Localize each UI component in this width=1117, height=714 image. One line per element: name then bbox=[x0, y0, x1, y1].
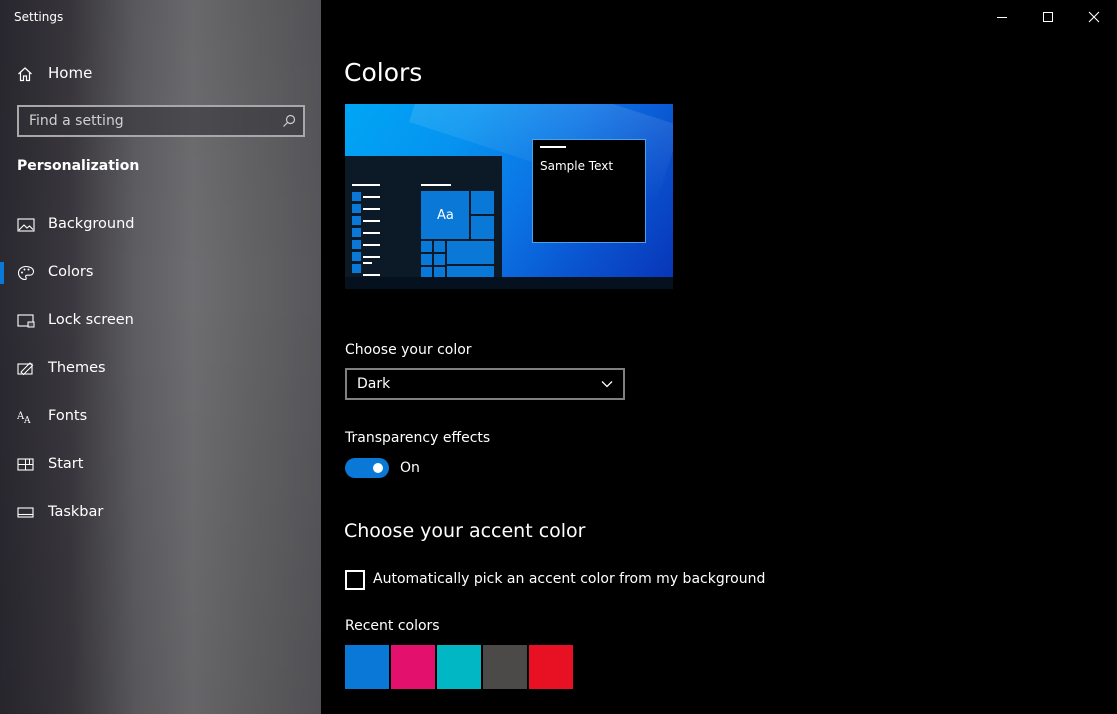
sidebar-item-label: Fonts bbox=[48, 408, 88, 424]
sidebar-item-label: Background bbox=[48, 216, 135, 232]
dropdown-selected-value: Dark bbox=[357, 376, 391, 392]
maximize-button[interactable] bbox=[1025, 0, 1071, 34]
close-button[interactable] bbox=[1071, 0, 1117, 34]
sidebar-item-label: Themes bbox=[48, 360, 106, 376]
sidebar-item-fonts[interactable]: A A Fonts bbox=[0, 397, 321, 437]
preview-window: Sample Text bbox=[532, 139, 646, 243]
color-swatch[interactable] bbox=[345, 645, 389, 689]
palette-icon bbox=[17, 265, 35, 281]
window-title: Settings bbox=[14, 10, 64, 24]
accent-heading: Choose your accent color bbox=[344, 520, 586, 542]
section-title: Personalization bbox=[17, 158, 140, 174]
sidebar-item-colors[interactable]: Colors bbox=[0, 253, 321, 293]
search-input[interactable] bbox=[19, 107, 303, 135]
sidebar-item-start[interactable]: Start bbox=[0, 445, 321, 485]
color-swatch[interactable] bbox=[483, 645, 527, 689]
themes-icon bbox=[17, 362, 34, 376]
home-icon bbox=[18, 67, 32, 82]
main-content: Colors Aa Sample Text Choose your color … bbox=[321, 0, 1117, 714]
chevron-down-icon bbox=[601, 381, 613, 388]
svg-text:A: A bbox=[23, 416, 31, 425]
home-label: Home bbox=[48, 64, 93, 82]
toggle-knob bbox=[373, 463, 383, 473]
sidebar-item-themes[interactable]: Themes bbox=[0, 349, 321, 389]
sidebar-item-label: Colors bbox=[48, 264, 94, 280]
sidebar-item-lock-screen[interactable]: Lock screen bbox=[0, 301, 321, 341]
transparency-state: On bbox=[400, 460, 420, 476]
preview-start-menu: Aa bbox=[345, 156, 502, 277]
preview-sample-text: Sample Text bbox=[540, 159, 614, 173]
sidebar-item-label: Taskbar bbox=[48, 504, 104, 520]
auto-accent-checkbox[interactable] bbox=[345, 570, 365, 590]
sidebar-item-background[interactable]: Background bbox=[0, 205, 321, 245]
home-nav-item[interactable]: Home bbox=[17, 63, 92, 85]
recent-colors-label: Recent colors bbox=[345, 618, 440, 634]
minimize-icon bbox=[997, 17, 1007, 18]
preview-tile-text: Aa bbox=[437, 208, 454, 223]
recent-colors bbox=[345, 645, 575, 689]
sidebar-item-taskbar[interactable]: Taskbar bbox=[0, 493, 321, 533]
search-icon[interactable] bbox=[282, 114, 296, 128]
selection-indicator bbox=[0, 262, 4, 284]
choose-color-dropdown[interactable]: Dark bbox=[345, 368, 625, 400]
transparency-label: Transparency effects bbox=[345, 430, 491, 446]
color-swatch[interactable] bbox=[529, 645, 573, 689]
sidebar-item-label: Start bbox=[48, 456, 84, 472]
auto-accent-label[interactable]: Automatically pick an accent color from … bbox=[373, 571, 765, 587]
color-swatch[interactable] bbox=[391, 645, 435, 689]
theme-preview: Aa Sample Text bbox=[345, 104, 673, 289]
sidebar-item-label: Lock screen bbox=[48, 312, 134, 328]
picture-icon bbox=[17, 218, 35, 232]
transparency-toggle[interactable] bbox=[345, 458, 389, 478]
choose-color-label: Choose your color bbox=[345, 342, 472, 358]
page-title: Colors bbox=[344, 58, 423, 87]
close-icon bbox=[1088, 11, 1100, 23]
sidebar: Settings Home Personalization Background… bbox=[0, 0, 321, 714]
fonts-icon: A A bbox=[17, 411, 31, 425]
search-box[interactable] bbox=[17, 105, 305, 137]
start-icon bbox=[17, 458, 34, 471]
color-swatch[interactable] bbox=[437, 645, 481, 689]
preview-taskbar bbox=[345, 277, 673, 289]
taskbar-icon bbox=[17, 507, 34, 518]
lock-screen-icon bbox=[17, 314, 35, 328]
maximize-icon bbox=[1043, 12, 1053, 22]
minimize-button[interactable] bbox=[979, 0, 1025, 34]
